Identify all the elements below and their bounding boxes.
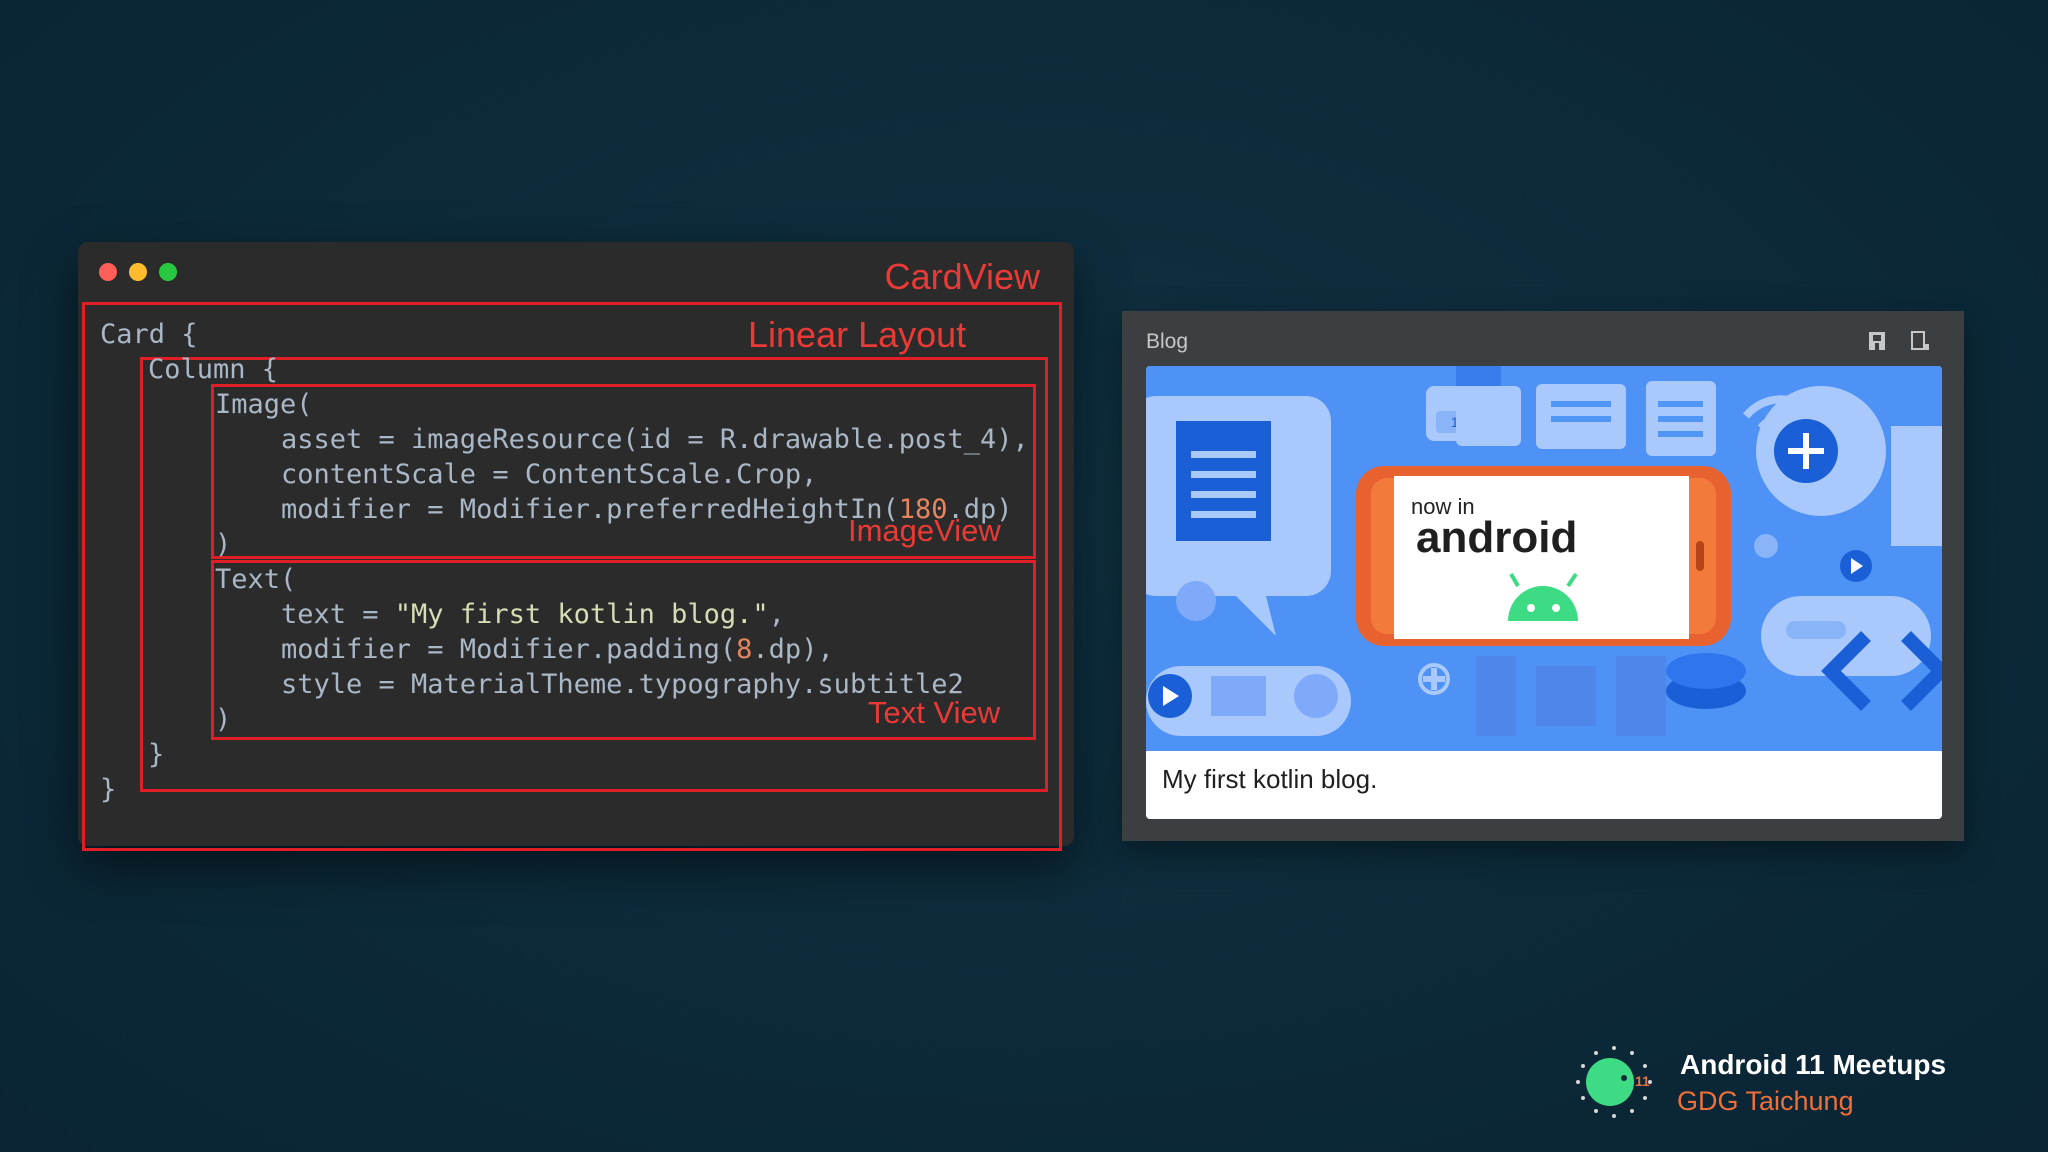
cardview-label: CardView [884,256,1040,297]
linear-layout-label: Linear Layout [748,314,967,355]
code-line-card: Card { [100,319,198,350]
code-line-column-close: } [148,739,165,770]
code-line-asset: asset = imageResource(id = R.drawable.po… [281,424,1029,455]
code-line-card-close: } [100,774,117,805]
code-line-modifier-padding: modifier = Modifier.padding(8.dp), [281,634,834,665]
code-line-image-close: ) [215,529,232,560]
code-line-modifier-height: modifier = Modifier.preferredHeightIn(18… [281,494,1013,525]
code-line-text-value: text = "My first kotlin blog.", [281,599,785,630]
code-line-text-close: ) [215,704,232,735]
code-line-column: Column { [148,354,279,385]
code-line-image: Image( [215,389,313,420]
code-line-contentscale: contentScale = ContentScale.Crop, [281,459,818,490]
code-line-style: style = MaterialTheme.typography.subtitl… [281,669,964,700]
blog-card: 13sp [1146,366,1942,819]
preview-title: Blog [1146,330,1189,353]
meetup-subtitle: GDG Taichung [1677,1086,1854,1116]
compose-preview-panel: Blog 13sp [1122,311,1964,841]
now-in-android-image: 13sp [1146,366,1942,751]
card-caption: My first kotlin blog. [1162,764,1378,794]
window-maximize-button[interactable] [159,263,177,281]
android-11-meetups-logo: 11 [1576,1046,1652,1118]
code-line-text: Text( [215,564,297,595]
image-text-android: android [1416,513,1577,562]
device-preview-icon[interactable] [1909,330,1931,352]
window-close-button[interactable] [99,263,117,281]
meetup-title: Android 11 Meetups [1680,1049,1947,1080]
deploy-preview-icon[interactable] [1867,330,1889,352]
code-editor-window: CardView Linear Layout ImageView Text Vi… [78,242,1074,851]
window-minimize-button[interactable] [129,263,147,281]
logo-badge-text: 11 [1635,1073,1650,1089]
